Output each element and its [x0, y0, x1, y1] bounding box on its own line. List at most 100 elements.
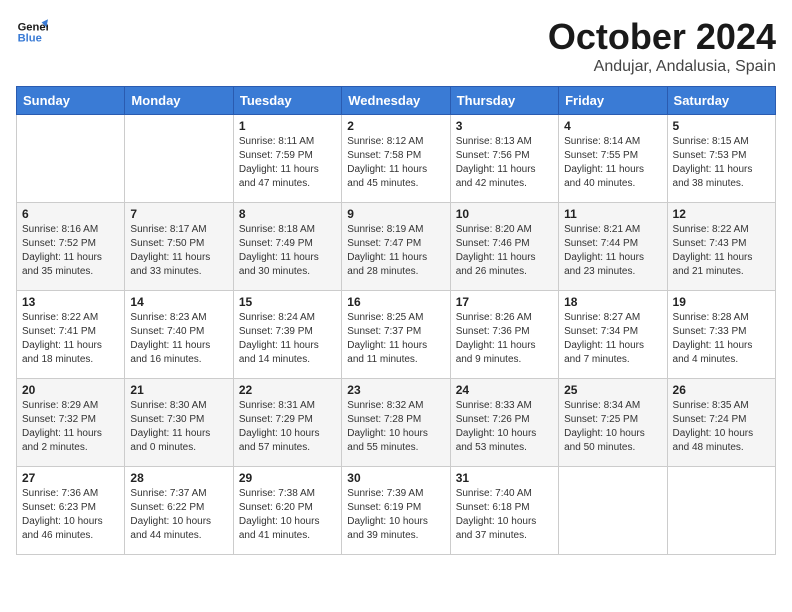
cell-info: Sunrise: 8:12 AM Sunset: 7:58 PM Dayligh… [347, 135, 444, 191]
month-title: October 2024 [548, 16, 776, 58]
day-number: 25 [564, 383, 661, 397]
day-number: 14 [130, 295, 227, 309]
cell-info: Sunrise: 7:40 AM Sunset: 6:18 PM Dayligh… [456, 487, 553, 543]
cell-info: Sunrise: 8:32 AM Sunset: 7:28 PM Dayligh… [347, 399, 444, 455]
day-number: 29 [239, 471, 336, 485]
day-number: 27 [22, 471, 119, 485]
calendar-cell: 17Sunrise: 8:26 AM Sunset: 7:36 PM Dayli… [450, 291, 558, 379]
day-number: 16 [347, 295, 444, 309]
day-number: 26 [673, 383, 770, 397]
calendar-header: SundayMondayTuesdayWednesdayThursdayFrid… [17, 87, 776, 115]
cell-info: Sunrise: 8:29 AM Sunset: 7:32 PM Dayligh… [22, 399, 119, 455]
header-cell-wednesday: Wednesday [342, 87, 450, 115]
calendar-cell: 5 Sunrise: 8:15 AM Sunset: 7:53 PM Daylig… [667, 115, 775, 203]
day-number: 20 [22, 383, 119, 397]
calendar-cell: 24 Sunrise: 8:33 AM Sunset: 7:26 PM Dayli… [450, 379, 558, 467]
calendar-cell: 29 Sunrise: 7:38 AM Sunset: 6:20 PM Dayli… [233, 467, 341, 555]
cell-info: Sunrise: 8:18 AM Sunset: 7:49 PM Dayligh… [239, 223, 336, 279]
calendar-cell: 20 Sunrise: 8:29 AM Sunset: 7:32 PM Dayli… [17, 379, 125, 467]
calendar-cell: 11 Sunrise: 8:21 AM Sunset: 7:44 PM Dayli… [559, 203, 667, 291]
calendar-cell: 25Sunrise: 8:34 AM Sunset: 7:25 PM Dayli… [559, 379, 667, 467]
cell-info: Sunrise: 8:20 AM Sunset: 7:46 PM Dayligh… [456, 223, 553, 279]
cell-info: Sunrise: 8:33 AM Sunset: 7:26 PM Dayligh… [456, 399, 553, 455]
day-number: 19 [673, 295, 770, 309]
day-number: 28 [130, 471, 227, 485]
calendar-cell: 30Sunrise: 7:39 AM Sunset: 6:19 PM Dayli… [342, 467, 450, 555]
calendar-cell: 18 Sunrise: 8:27 AM Sunset: 7:34 PM Dayli… [559, 291, 667, 379]
day-number: 24 [456, 383, 553, 397]
calendar-cell: 23 Sunrise: 8:32 AM Sunset: 7:28 PM Dayli… [342, 379, 450, 467]
week-row-3: 13Sunrise: 8:22 AM Sunset: 7:41 PM Dayli… [17, 291, 776, 379]
cell-info: Sunrise: 7:37 AM Sunset: 6:22 PM Dayligh… [130, 487, 227, 543]
day-number: 9 [347, 207, 444, 221]
day-number: 17 [456, 295, 553, 309]
header-cell-sunday: Sunday [17, 87, 125, 115]
week-row-1: 1Sunrise: 8:11 AM Sunset: 7:59 PM Daylig… [17, 115, 776, 203]
header-row: SundayMondayTuesdayWednesdayThursdayFrid… [17, 87, 776, 115]
header-cell-saturday: Saturday [667, 87, 775, 115]
day-number: 5 [673, 119, 770, 133]
calendar-cell: 15 Sunrise: 8:24 AM Sunset: 7:39 PM Dayli… [233, 291, 341, 379]
calendar-cell [17, 115, 125, 203]
header-cell-thursday: Thursday [450, 87, 558, 115]
cell-info: Sunrise: 8:30 AM Sunset: 7:30 PM Dayligh… [130, 399, 227, 455]
calendar-cell [559, 467, 667, 555]
week-row-5: 27 Sunrise: 7:36 AM Sunset: 6:23 PM Dayli… [17, 467, 776, 555]
day-number: 23 [347, 383, 444, 397]
logo: General Blue [16, 16, 48, 48]
calendar-cell: 10 Sunrise: 8:20 AM Sunset: 7:46 PM Dayli… [450, 203, 558, 291]
day-number: 10 [456, 207, 553, 221]
day-number: 1 [239, 119, 336, 133]
cell-info: Sunrise: 7:38 AM Sunset: 6:20 PM Dayligh… [239, 487, 336, 543]
day-number: 6 [22, 207, 119, 221]
calendar-cell: 19 Sunrise: 8:28 AM Sunset: 7:33 PM Dayli… [667, 291, 775, 379]
calendar-cell: 28 Sunrise: 7:37 AM Sunset: 6:22 PM Dayli… [125, 467, 233, 555]
cell-info: Sunrise: 8:17 AM Sunset: 7:50 PM Dayligh… [130, 223, 227, 279]
location-subtitle: Andujar, Andalusia, Spain [548, 58, 776, 76]
day-number: 4 [564, 119, 661, 133]
cell-info: Sunrise: 7:39 AM Sunset: 6:19 PM Dayligh… [347, 487, 444, 543]
cell-info: Sunrise: 7:36 AM Sunset: 6:23 PM Dayligh… [22, 487, 119, 543]
calendar-cell [667, 467, 775, 555]
calendar-body: 1Sunrise: 8:11 AM Sunset: 7:59 PM Daylig… [17, 115, 776, 555]
week-row-2: 6 Sunrise: 8:16 AM Sunset: 7:52 PM Daylig… [17, 203, 776, 291]
calendar-cell: 27 Sunrise: 7:36 AM Sunset: 6:23 PM Dayli… [17, 467, 125, 555]
calendar-cell: 4 Sunrise: 8:14 AM Sunset: 7:55 PM Daylig… [559, 115, 667, 203]
cell-info: Sunrise: 8:21 AM Sunset: 7:44 PM Dayligh… [564, 223, 661, 279]
day-number: 18 [564, 295, 661, 309]
calendar-cell: 9 Sunrise: 8:19 AM Sunset: 7:47 PM Daylig… [342, 203, 450, 291]
calendar-cell [125, 115, 233, 203]
calendar-cell: 31Sunrise: 7:40 AM Sunset: 6:18 PM Dayli… [450, 467, 558, 555]
day-number: 11 [564, 207, 661, 221]
cell-info: Sunrise: 8:27 AM Sunset: 7:34 PM Dayligh… [564, 311, 661, 367]
header-cell-friday: Friday [559, 87, 667, 115]
calendar-cell: 1Sunrise: 8:11 AM Sunset: 7:59 PM Daylig… [233, 115, 341, 203]
calendar-cell: 22 Sunrise: 8:31 AM Sunset: 7:29 PM Dayli… [233, 379, 341, 467]
day-number: 22 [239, 383, 336, 397]
cell-info: Sunrise: 8:35 AM Sunset: 7:24 PM Dayligh… [673, 399, 770, 455]
cell-info: Sunrise: 8:22 AM Sunset: 7:43 PM Dayligh… [673, 223, 770, 279]
svg-text:Blue: Blue [18, 33, 42, 45]
cell-info: Sunrise: 8:28 AM Sunset: 7:33 PM Dayligh… [673, 311, 770, 367]
cell-info: Sunrise: 8:19 AM Sunset: 7:47 PM Dayligh… [347, 223, 444, 279]
day-number: 12 [673, 207, 770, 221]
logo-icon: General Blue [16, 16, 48, 48]
cell-info: Sunrise: 8:31 AM Sunset: 7:29 PM Dayligh… [239, 399, 336, 455]
day-number: 2 [347, 119, 444, 133]
page-header: General Blue October 2024 Andujar, Andal… [16, 16, 776, 76]
cell-info: Sunrise: 8:14 AM Sunset: 7:55 PM Dayligh… [564, 135, 661, 191]
cell-info: Sunrise: 8:24 AM Sunset: 7:39 PM Dayligh… [239, 311, 336, 367]
calendar-cell: 13Sunrise: 8:22 AM Sunset: 7:41 PM Dayli… [17, 291, 125, 379]
header-cell-tuesday: Tuesday [233, 87, 341, 115]
day-number: 15 [239, 295, 336, 309]
cell-info: Sunrise: 8:16 AM Sunset: 7:52 PM Dayligh… [22, 223, 119, 279]
calendar-cell: 14 Sunrise: 8:23 AM Sunset: 7:40 PM Dayli… [125, 291, 233, 379]
calendar-cell: 12 Sunrise: 8:22 AM Sunset: 7:43 PM Dayli… [667, 203, 775, 291]
cell-info: Sunrise: 8:23 AM Sunset: 7:40 PM Dayligh… [130, 311, 227, 367]
week-row-4: 20 Sunrise: 8:29 AM Sunset: 7:32 PM Dayli… [17, 379, 776, 467]
cell-info: Sunrise: 8:15 AM Sunset: 7:53 PM Dayligh… [673, 135, 770, 191]
calendar-cell: 26 Sunrise: 8:35 AM Sunset: 7:24 PM Dayli… [667, 379, 775, 467]
calendar-cell: 21Sunrise: 8:30 AM Sunset: 7:30 PM Dayli… [125, 379, 233, 467]
calendar-cell: 7Sunrise: 8:17 AM Sunset: 7:50 PM Daylig… [125, 203, 233, 291]
header-cell-monday: Monday [125, 87, 233, 115]
